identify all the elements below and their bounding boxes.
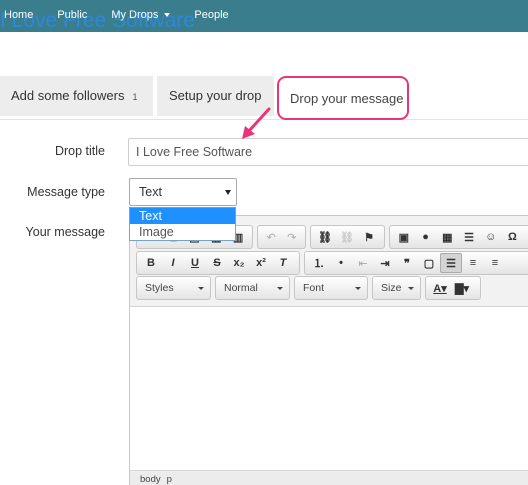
outdent-icon[interactable]: ⇤ <box>352 253 374 273</box>
chevron-down-icon <box>277 286 283 290</box>
path-p[interactable]: p <box>167 474 172 485</box>
path-body[interactable]: body <box>140 474 161 485</box>
chevron-down-icon <box>225 190 231 195</box>
strikethrough-icon[interactable]: S <box>206 253 228 273</box>
size-dropdown-label: Size <box>381 282 402 294</box>
image-icon[interactable]: ▣ <box>393 227 415 247</box>
styles-dropdown-label: Styles <box>145 282 174 294</box>
drop-title-label: Drop title <box>54 144 105 158</box>
annotation-arrow-icon <box>242 107 271 139</box>
flash-icon[interactable]: ● <box>415 227 437 247</box>
font-dropdown-label: Font <box>303 282 325 294</box>
message-type-selected-value: Text <box>139 185 162 199</box>
chevron-down-icon <box>408 286 414 290</box>
option-image[interactable]: Image <box>130 224 235 240</box>
indent-icon[interactable]: ⇥ <box>374 253 396 273</box>
chevron-down-icon <box>164 13 171 18</box>
size-dropdown[interactable]: Size <box>372 276 421 300</box>
colors-group: A▾ ▇▾ <box>425 276 481 300</box>
message-type-select[interactable]: Text <box>129 178 237 206</box>
format-dropdown-label: Normal <box>224 282 258 294</box>
styles-dropdown[interactable]: Styles <box>136 276 211 300</box>
smiley-icon[interactable]: ☺ <box>480 227 502 247</box>
special-char-icon[interactable]: Ω <box>502 227 524 247</box>
message-type-label: Message type <box>27 185 105 199</box>
chevron-down-icon <box>355 286 361 290</box>
remove-format-icon[interactable]: T <box>272 253 294 273</box>
links-group: ⛓ ⛓ ⚑ <box>310 225 385 249</box>
link-icon[interactable]: ⛓ <box>314 227 336 247</box>
message-type-options: Text Image <box>129 207 236 241</box>
superscript-icon[interactable]: x² <box>250 253 272 273</box>
drop-title-input[interactable]: I Love Free Software <box>128 138 528 166</box>
numbered-list-icon[interactable]: ⒈ <box>308 253 330 273</box>
paragraph-group: ⒈ • ⇤ ⇥ ❞ ▢ ☰ ≡ ≡ <box>304 251 528 275</box>
underline-icon[interactable]: U <box>184 253 206 273</box>
format-dropdown[interactable]: Normal <box>215 276 290 300</box>
option-text[interactable]: Text <box>130 208 235 224</box>
nav-my-drops[interactable]: My Drops <box>111 9 171 21</box>
align-left-icon[interactable]: ☰ <box>440 253 462 273</box>
history-group: ↶ ↷ <box>257 225 306 249</box>
followers-count-badge: 1 <box>132 92 138 102</box>
blockquote-icon[interactable]: ❞ <box>396 253 418 273</box>
redo-icon[interactable]: ↷ <box>282 227 303 247</box>
top-navbar: I Love Free Software Home Public My Drop… <box>0 0 528 32</box>
main-nav: Home Public My Drops People <box>4 9 253 21</box>
div-container-icon[interactable]: ▢ <box>418 253 440 273</box>
insert-group: ▣ ● ▦ ☰ ☺ Ω › <box>389 225 528 249</box>
basic-styles-group: B I U S x₂ x² T <box>136 251 300 275</box>
align-right-icon[interactable]: ≡ <box>484 253 506 273</box>
tab-drop-message[interactable]: Drop your message <box>277 76 409 120</box>
editor-element-path: body p <box>130 472 528 485</box>
nav-people[interactable]: People <box>194 9 228 21</box>
subscript-icon[interactable]: x₂ <box>228 253 250 273</box>
bold-icon[interactable]: B <box>140 253 162 273</box>
italic-icon[interactable]: I <box>162 253 184 273</box>
tab-add-followers-label: Add some followers <box>11 88 125 103</box>
horizontal-rule-icon[interactable]: ☰ <box>458 227 480 247</box>
nav-my-drops-label: My Drops <box>111 9 159 21</box>
background-color-icon[interactable]: ▇▾ <box>451 278 473 298</box>
align-center-icon[interactable]: ≡ <box>462 253 484 273</box>
table-icon[interactable]: ▦ <box>436 227 458 247</box>
font-dropdown[interactable]: Font <box>294 276 368 300</box>
nav-home[interactable]: Home <box>4 9 33 21</box>
nav-public[interactable]: Public <box>57 9 87 21</box>
more-icon[interactable]: › <box>523 227 528 247</box>
text-color-icon[interactable]: A▾ <box>429 278 451 298</box>
your-message-label: Your message <box>25 225 105 239</box>
editor-content-area[interactable] <box>130 306 528 471</box>
editor-toolbar-row-3: Styles Normal Font Size A▾ ▇▾ <box>136 276 481 300</box>
tab-add-followers[interactable]: Add some followers 1 <box>0 76 153 116</box>
chevron-down-icon <box>198 286 204 290</box>
anchor-flag-icon[interactable]: ⚑ <box>358 227 380 247</box>
editor-toolbar-row-2: B I U S x₂ x² T ⒈ • ⇤ ⇥ ❞ ▢ ☰ ≡ ≡ <box>136 251 528 275</box>
undo-icon[interactable]: ↶ <box>261 227 282 247</box>
message-editor: ✂ ⎘ ▤ ▦ ▥ ↶ ↷ ⛓ ⛓ ⚑ ▣ ● ▦ ☰ ☺ Ω › B I U <box>129 215 528 485</box>
bulleted-list-icon[interactable]: • <box>330 253 352 273</box>
unlink-icon[interactable]: ⛓ <box>336 227 358 247</box>
